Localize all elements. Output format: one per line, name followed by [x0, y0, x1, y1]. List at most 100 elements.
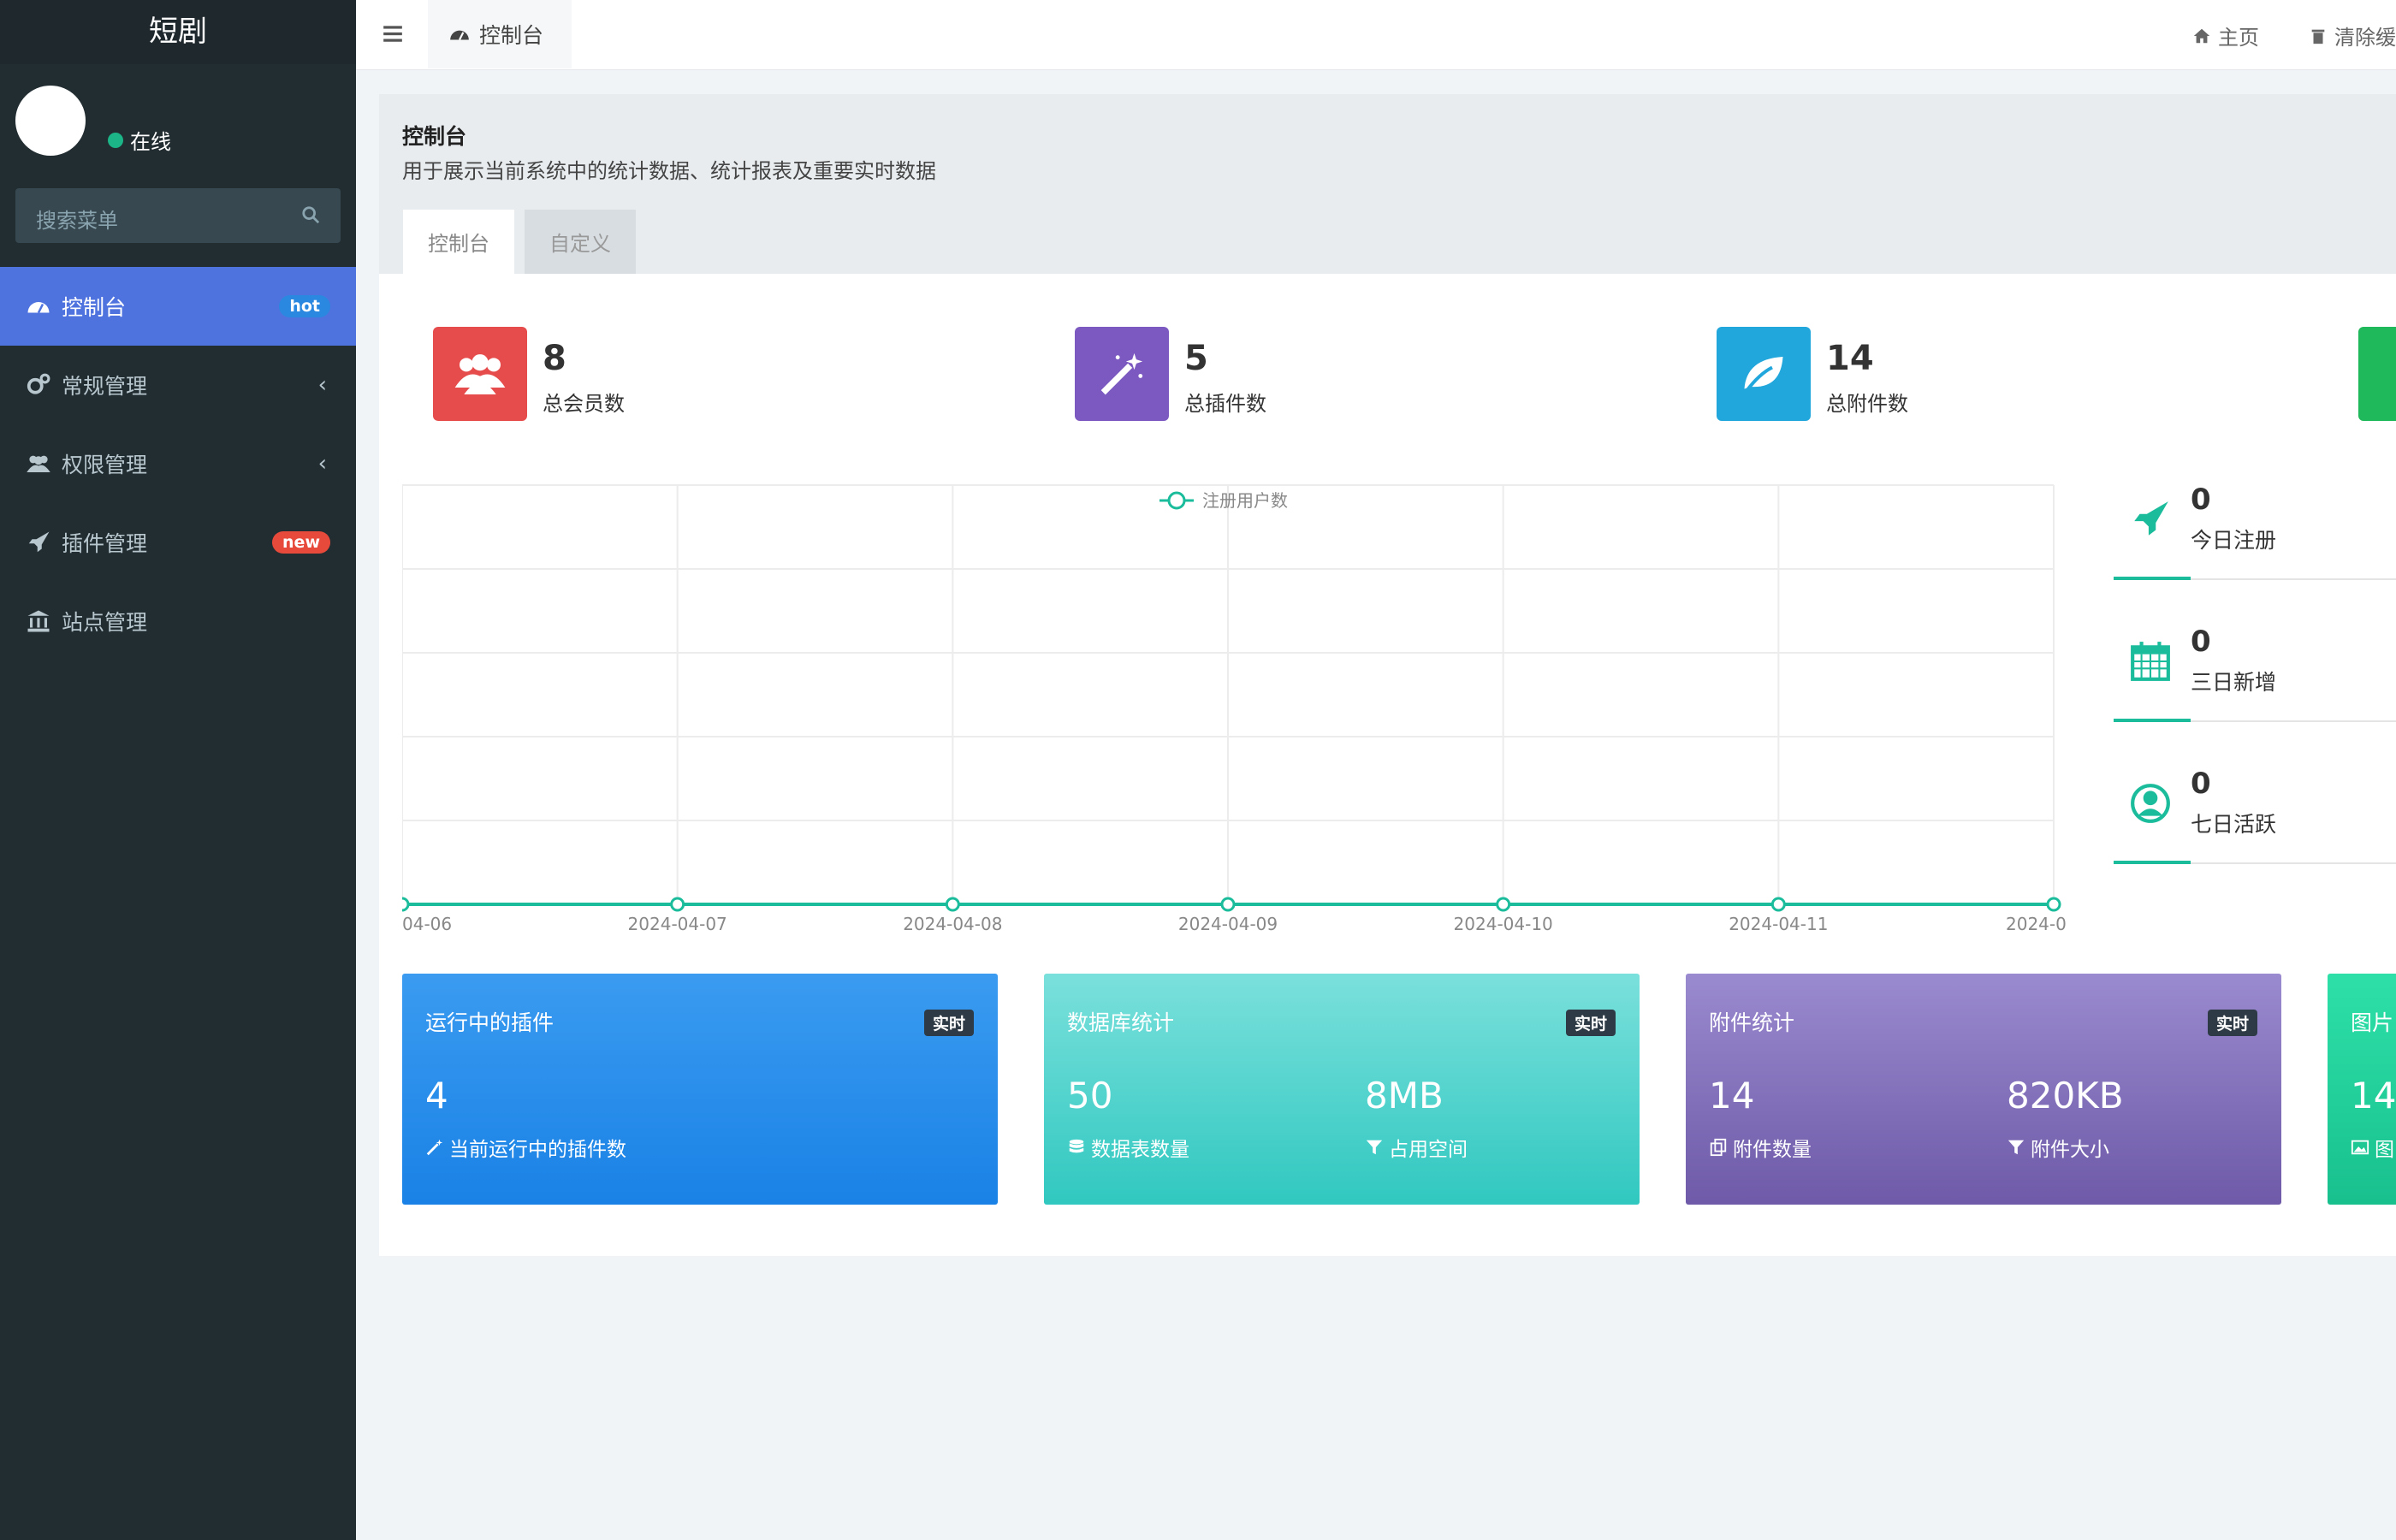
card-title: 数据库统计	[1067, 1010, 1175, 1035]
data-point	[2046, 897, 2061, 912]
x-tick-label: 2024-04	[2006, 914, 2067, 934]
content-header: 控制台 用于展示当前系统中的统计数据、统计报表及重要实时数据 控制台 自定义	[379, 94, 2396, 274]
card-database: 数据库统计 实时 50 8MB 数据表数量 占用空间	[1044, 974, 1640, 1205]
registration-line-chart: 04-06 2024-04-07 2024-04-08 2024-04-09 2024-…	[402, 484, 2067, 934]
side-stat-three-days: 0 三日新增	[2114, 619, 2396, 722]
realtime-badge: 实时	[923, 1010, 974, 1036]
hamburger-menu-icon[interactable]	[382, 22, 404, 44]
page-description: 用于展示当前系统中的统计数据、统计报表及重要实时数据	[402, 159, 936, 183]
card-sub-label: 图	[2375, 1139, 2394, 1161]
dashboard-icon	[27, 302, 50, 314]
clear-cache-button[interactable]: 清除缓	[2309, 21, 2396, 50]
card-title: 运行中的插件	[425, 1010, 555, 1035]
dashboard-icon	[450, 30, 469, 40]
card-title: 图片	[2351, 1010, 2394, 1035]
divider-accent	[2114, 861, 2191, 864]
card-value-2: 8MB	[1365, 1075, 1444, 1116]
card-title: 附件统计	[1709, 1010, 1795, 1035]
rocket-icon	[2134, 501, 2168, 536]
tab-label: 控制台	[479, 23, 544, 48]
user-panel: 在线	[15, 86, 349, 158]
card-value-2: 820KB	[2007, 1075, 2124, 1116]
card-running-plugins: 运行中的插件 实时 4 当前运行中的插件数	[402, 974, 998, 1205]
tab-dashboard-content[interactable]: 控制台	[403, 210, 514, 274]
sidebar-item-label: 站点管理	[62, 610, 148, 635]
search-icon[interactable]	[301, 205, 320, 224]
copy-files-icon	[1710, 1138, 1727, 1157]
sidebar-item-label: 权限管理	[62, 453, 148, 477]
data-point	[1496, 897, 1511, 912]
card-sub: 附件数量	[1709, 1133, 1812, 1162]
realtime-badge: 实时	[1565, 1010, 1616, 1036]
stat-label: 总会员数	[543, 392, 625, 416]
legend-label: 注册用户数	[1202, 490, 1288, 511]
data-point	[670, 897, 685, 912]
card-images-partial: 图片 14 图	[2328, 974, 2396, 1205]
card-sub-label: 附件大小	[2031, 1139, 2109, 1161]
card-sub-label: 当前运行中的插件数	[449, 1139, 626, 1161]
data-point	[1220, 897, 1236, 912]
x-tick-label: 2024-04-11	[1729, 914, 1828, 934]
sidebar-menu: 控制台 hot 常规管理 ‹ 权限管理 ‹ 插件管理 new 站点管理	[0, 267, 356, 660]
card-value: 4	[425, 1075, 448, 1116]
calendar-icon	[2131, 642, 2170, 681]
stat-label: 总插件数	[1184, 392, 1266, 416]
card-value: 14	[2351, 1075, 2396, 1116]
side-stat-label: 今日注册	[2191, 528, 2277, 553]
card-value: 14	[1709, 1075, 1755, 1116]
database-icon	[1069, 1139, 1084, 1153]
side-stat-seven-days: 0 七日活跃	[2114, 761, 2396, 864]
sidebar-item-plugins[interactable]: 插件管理 new	[0, 503, 356, 582]
new-badge: new	[272, 531, 330, 554]
sidebar-item-permissions[interactable]: 权限管理 ‹	[0, 424, 356, 503]
divider-accent	[2114, 577, 2191, 580]
x-tick-label: 2024-04-08	[903, 914, 1002, 934]
stat-value: 8	[543, 339, 566, 378]
status-text: 在线	[130, 130, 171, 154]
sidebar-item-dashboard[interactable]: 控制台 hot	[0, 267, 356, 346]
x-tick-label: 2024-04-09	[1178, 914, 1278, 934]
stat-partial	[2358, 327, 2396, 421]
stat-value: 14	[1826, 339, 1874, 378]
bank-icon	[27, 610, 50, 632]
card-attachments: 附件统计 实时 14 820KB 附件数量 附件大小	[1686, 974, 2281, 1205]
card-sub-2: 占用空间	[1365, 1133, 1468, 1162]
sidebar-item-general[interactable]: 常规管理 ‹	[0, 346, 356, 424]
rocket-icon	[28, 531, 50, 553]
card-sub: 当前运行中的插件数	[425, 1133, 626, 1162]
topbar: 控制台 主页 清除缓	[356, 0, 2396, 70]
menu-search[interactable]: 搜索菜单	[15, 188, 341, 243]
x-tick-label: 2024-04-10	[1454, 914, 1553, 934]
dashboard-panel: 8 总会员数 5 总插件数 14 总附件数 04-06 2024-04-07 202…	[379, 274, 2396, 1256]
home-link[interactable]: 主页	[2192, 21, 2259, 50]
side-stat-today: 0 今日注册	[2114, 477, 2396, 580]
sidebar: 短剧 在线 搜索菜单 控制台 hot 常规管理 ‹ 权限管理 ‹ 插件管理 ne…	[0, 0, 356, 1540]
card-sub-label: 附件数量	[1733, 1139, 1812, 1161]
sidebar-item-label: 插件管理	[62, 531, 148, 556]
realtime-badge: 实时	[2207, 1010, 2257, 1036]
tab-dashboard[interactable]: 控制台	[428, 0, 572, 68]
side-stat-label: 三日新增	[2191, 670, 2277, 695]
sidebar-item-label: 常规管理	[62, 374, 148, 399]
home-label: 主页	[2218, 26, 2259, 50]
brand-title[interactable]: 短剧	[0, 0, 356, 64]
card-sub-2: 附件大小	[2007, 1133, 2109, 1162]
tab-custom[interactable]: 自定义	[525, 210, 636, 274]
magic-wand-icon	[426, 1139, 443, 1156]
partial-stat-icon	[2358, 327, 2396, 421]
username-blurred	[108, 92, 347, 120]
data-point	[402, 897, 410, 912]
chevron-left-icon: ‹	[317, 451, 327, 477]
card-sub: 图	[2351, 1133, 2394, 1162]
clear-cache-label: 清除缓	[2334, 26, 2396, 50]
side-stat-value: 0	[2191, 625, 2211, 659]
side-stat-value: 0	[2191, 767, 2211, 801]
search-input[interactable]: 搜索菜单	[36, 204, 118, 234]
user-status: 在线	[108, 125, 171, 155]
side-stat-value: 0	[2191, 483, 2211, 517]
sidebar-item-site[interactable]: 站点管理	[0, 582, 356, 660]
leaf-icon	[1717, 327, 1811, 421]
users-icon	[433, 327, 527, 421]
avatar[interactable]	[15, 86, 86, 156]
x-tick-label: 2024-04-07	[628, 914, 727, 934]
